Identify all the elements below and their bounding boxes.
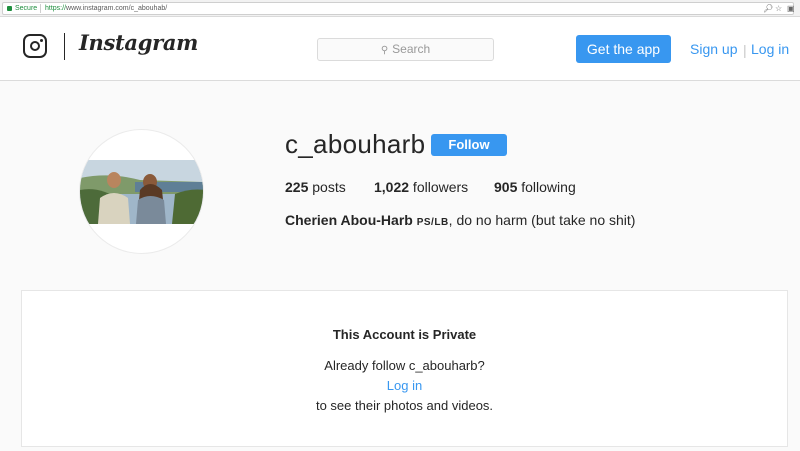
private-account-card: This Account is Private Already follow c…	[21, 290, 788, 447]
followers-stat[interactable]: 1,022 followers	[374, 179, 468, 195]
search-input[interactable]: ⚲ Search	[317, 38, 494, 61]
followers-label: followers	[409, 179, 469, 195]
bio-full-name: Cherien Abou-Harb	[285, 212, 413, 228]
follow-button[interactable]: Follow	[431, 134, 507, 156]
secure-label: Secure	[15, 5, 38, 12]
logo-divider	[64, 33, 65, 60]
following-count: 905	[494, 179, 518, 195]
auth-separator: |	[743, 42, 747, 58]
star-icon[interactable]: ☆	[775, 3, 782, 14]
see-photos-text: to see their photos and videos.	[315, 398, 494, 413]
search-placeholder: Search	[392, 42, 431, 56]
following-stat[interactable]: 905 following	[494, 179, 576, 195]
site-header: Instagram ⚲ Search Get the app Sign up | …	[0, 17, 800, 81]
url-scheme: https://	[45, 5, 67, 12]
posts-stat: 225 posts	[285, 179, 346, 195]
profile-photo	[80, 160, 203, 224]
instagram-wordmark[interactable]: Instagram	[79, 30, 198, 55]
bio-text: , do no harm (but take no shit)	[448, 212, 636, 228]
browser-bar: Secure https://www.instagram.com/c_abouh…	[0, 0, 800, 17]
profile-username: c_abouharb	[285, 129, 426, 159]
sign-up-link[interactable]: Sign up	[690, 41, 737, 57]
posts-count: 225	[285, 179, 309, 195]
url-divider	[40, 4, 41, 13]
url-rest: www.instagram.com/c_abouhab/	[66, 5, 168, 12]
private-login-row: Log in	[22, 378, 787, 393]
search-icon: ⚲	[380, 45, 389, 56]
following-label: following	[517, 179, 576, 195]
get-the-app-button[interactable]: Get the app	[576, 35, 671, 63]
posts-label: posts	[308, 179, 346, 195]
lock-icon	[7, 6, 12, 11]
bio-flag: PS/LB	[416, 217, 449, 228]
url-text[interactable]: https://www.instagram.com/c_abouhab/	[45, 3, 167, 14]
camera-flash-dot	[39, 38, 43, 42]
private-log-in-link[interactable]: Log in	[387, 378, 422, 393]
already-follow-text: Already follow c_abouharb?	[324, 358, 485, 373]
camera-icon[interactable]: ▣	[787, 3, 795, 14]
camera-lens	[29, 40, 40, 51]
log-in-link[interactable]: Log in	[751, 41, 789, 57]
profile-bio: Cherien Abou-Harb PS/LB, do no harm (but…	[285, 212, 635, 228]
followers-count: 1,022	[374, 179, 410, 195]
avatar	[79, 129, 204, 254]
instagram-glyph-icon[interactable]	[23, 34, 47, 58]
private-title: This Account is Private	[332, 327, 477, 342]
zoom-icon[interactable]: 🔎︎	[763, 3, 773, 14]
address-bar[interactable]: Secure https://www.instagram.com/c_abouh…	[2, 2, 795, 15]
